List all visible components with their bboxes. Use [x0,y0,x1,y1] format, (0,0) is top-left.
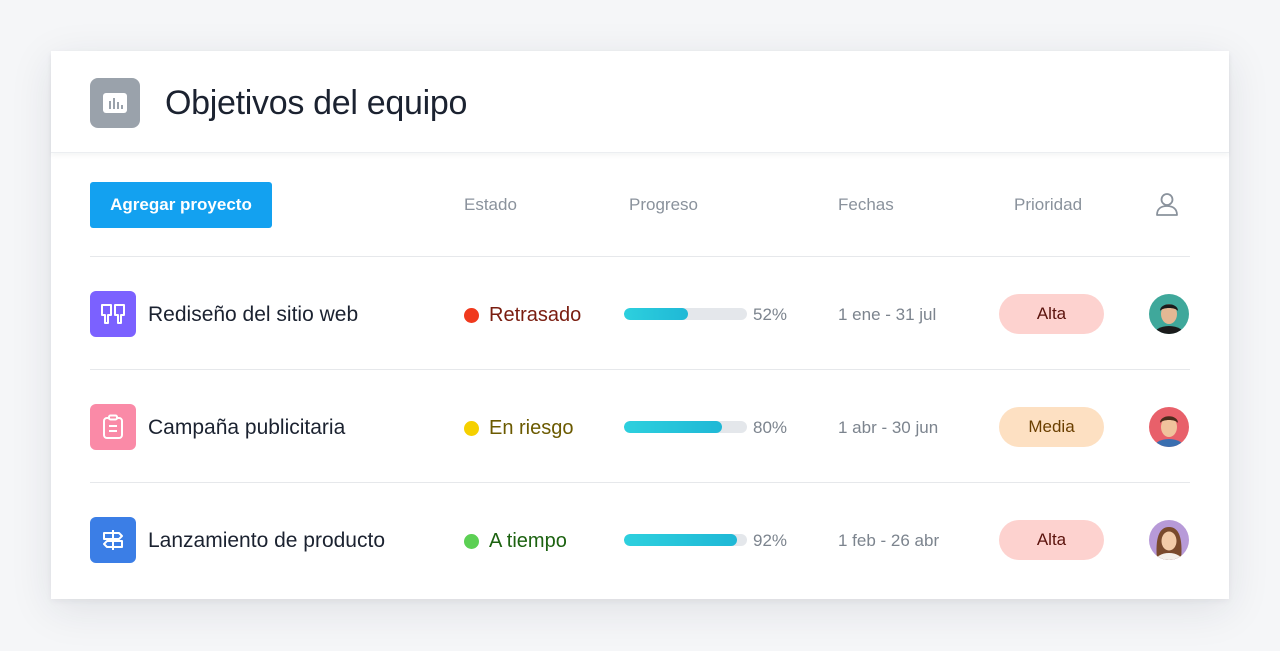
card-header: Objetivos del equipo [51,51,1229,153]
progress-fill [624,308,688,320]
user-icon[interactable] [1154,191,1180,217]
table-row[interactable]: Rediseño del sitio web Retrasado 52% 1 e… [51,257,1229,369]
status-indicator[interactable]: En riesgo [464,415,574,441]
clipboard-icon [90,404,136,450]
status-label: A tiempo [489,530,567,552]
project-name[interactable]: Campaña publicitaria [148,415,345,441]
project-name[interactable]: Rediseño del sitio web [148,302,358,328]
page-title: Objetivos del equipo [165,84,468,122]
progress-percent: 52% [753,305,788,324]
column-header-status[interactable]: Estado [464,195,517,215]
date-range[interactable]: 1 feb - 26 abr [838,530,939,552]
progress-percent: 80% [753,418,788,437]
progress-bar [624,308,747,320]
status-dot [464,420,479,436]
priority-badge[interactable]: Alta [999,520,1104,560]
table-row[interactable]: Lanzamiento de producto A tiempo 92% 1 f… [51,483,1229,595]
signpost-icon [90,517,136,563]
priority-badge[interactable]: Media [999,407,1104,447]
priority-badge[interactable]: Alta [999,294,1104,334]
goals-card: Objetivos del equipo Agregar proyecto Es… [51,51,1229,599]
table-row[interactable]: Campaña publicitaria En riesgo 80% 1 abr… [51,370,1229,482]
add-project-button[interactable]: Agregar proyecto [90,182,272,228]
status-label: Retrasado [489,304,582,326]
column-header-priority[interactable]: Prioridad [1014,195,1082,215]
bar-chart-icon [90,78,140,128]
column-header-progress[interactable]: Progreso [629,195,698,215]
status-indicator[interactable]: A tiempo [464,528,567,554]
date-range[interactable]: 1 ene - 31 jul [838,304,936,326]
progress-bar [624,534,747,546]
progress-percent: 92% [753,531,788,550]
column-header-dates[interactable]: Fechas [838,195,894,215]
progress-fill [624,421,723,433]
status-dot [464,307,479,323]
avatar[interactable] [1149,294,1189,334]
avatar[interactable] [1149,520,1189,560]
avatar[interactable] [1149,407,1189,447]
status-indicator[interactable]: Retrasado [464,302,581,328]
status-dot [464,533,479,549]
progress-fill [624,534,738,546]
date-range[interactable]: 1 abr - 30 jun [838,417,938,439]
progress-bar [624,421,747,433]
book-open-icon [90,291,136,337]
project-name[interactable]: Lanzamiento de producto [148,528,385,554]
status-label: En riesgo [489,417,574,439]
